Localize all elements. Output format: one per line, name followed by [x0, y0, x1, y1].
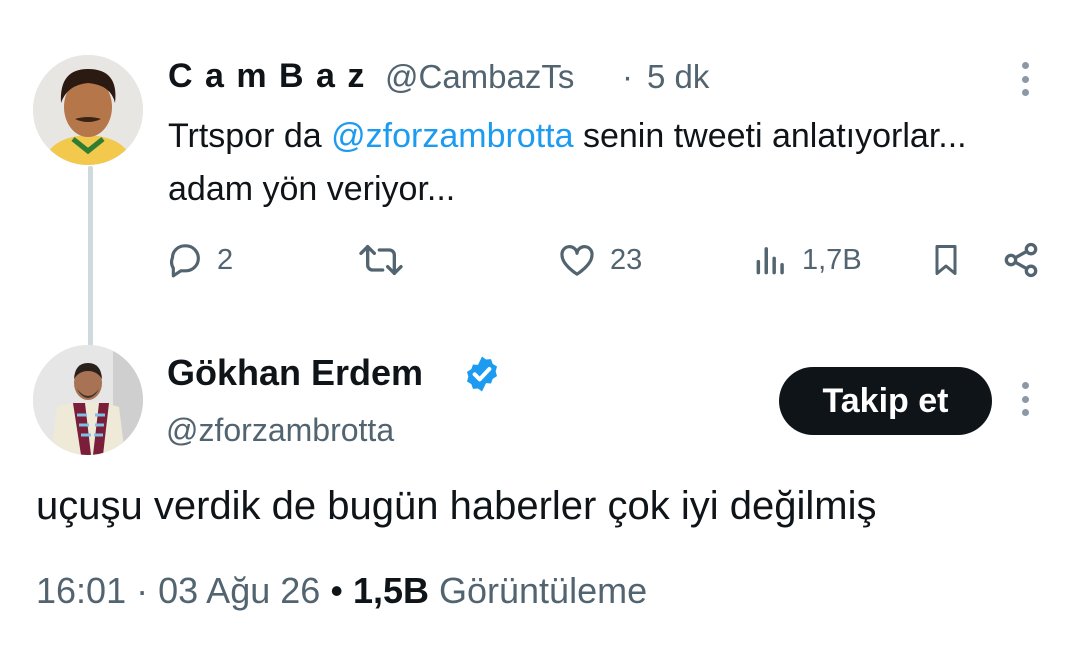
reply-timestamp[interactable]: 5 dk — [647, 58, 709, 96]
like-icon — [560, 245, 594, 276]
views-icon — [756, 247, 784, 275]
mention-link[interactable]: @zforzambrotta — [331, 117, 573, 155]
meta-bullet: • — [330, 570, 343, 611]
like-count: 23 — [610, 243, 643, 276]
reply-tweet-text: Trtspor da @zforzambrotta senin tweeti a… — [168, 110, 1048, 216]
thread-connector-line — [88, 166, 93, 346]
avatar-cambaz[interactable] — [33, 55, 143, 165]
share-button[interactable] — [1000, 240, 1042, 280]
more-icon[interactable] — [1019, 382, 1031, 416]
meta-separator: · — [136, 570, 149, 611]
share-icon — [1004, 242, 1038, 278]
reply-separator: · — [622, 58, 633, 95]
tweet-views-label: Görüntüleme — [439, 570, 648, 611]
follow-button[interactable]: Takip et — [779, 367, 992, 435]
tweet-time[interactable]: 16:01 — [36, 570, 126, 611]
reply-icon — [170, 244, 200, 278]
bookmark-button[interactable] — [928, 240, 964, 280]
tweet-date[interactable]: 03 Ağu 26 — [158, 570, 320, 611]
author-display-name[interactable]: Gökhan Erdem — [167, 352, 423, 394]
avatar-gokhan-erdem[interactable] — [33, 345, 143, 455]
bookmark-icon — [935, 245, 957, 275]
views-count: 1,7B — [802, 243, 862, 276]
reply-count: 2 — [217, 243, 234, 276]
author-handle[interactable]: @zforzambrotta — [166, 412, 394, 449]
retweet-button[interactable] — [357, 240, 417, 280]
reply-button[interactable]: 2 — [165, 240, 233, 280]
retweet-icon — [359, 245, 403, 275]
main-tweet-text: uçuşu verdik de bugün haberler çok iyi d… — [36, 484, 877, 528]
views-button[interactable]: 1,7B — [752, 240, 862, 280]
tweet-views-count[interactable]: 1,5B — [353, 570, 429, 611]
reply-text-before: Trtspor da — [168, 117, 332, 155]
reply-handle[interactable]: @CambazTs — [385, 58, 574, 96]
verified-badge-icon — [467, 356, 497, 392]
tweet-metadata: 16:01 · 03 Ağu 26 • 1,5B Görüntüleme — [36, 570, 647, 612]
reply-display-name[interactable]: C a m B a z — [168, 57, 366, 96]
like-button[interactable]: 23 — [556, 240, 642, 280]
more-icon[interactable] — [1019, 62, 1031, 96]
